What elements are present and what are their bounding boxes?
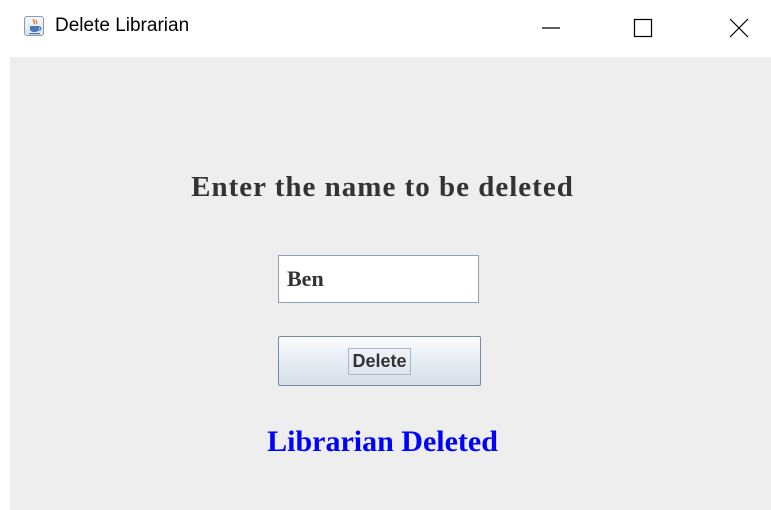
delete-button-label: Delete [348,347,411,375]
content-panel: Enter the name to be deleted Delete Libr… [10,57,771,510]
form-heading: Enter the name to be deleted [191,171,574,203]
java-cup-icon[interactable] [24,16,44,36]
delete-button[interactable]: Delete [278,336,481,386]
status-message: Librarian Deleted [267,425,498,458]
maximize-button[interactable] [614,0,672,56]
delete-librarian-window: Delete Librarian Enter the name to be de… [0,0,771,510]
maximize-icon [633,18,653,38]
close-button[interactable] [710,0,768,56]
name-input[interactable] [278,255,479,303]
window-title: Delete Librarian [55,15,190,36]
minimize-button[interactable] [522,0,580,56]
title-bar[interactable]: Delete Librarian [0,0,771,56]
close-icon [729,18,749,38]
minimize-icon [542,27,560,29]
